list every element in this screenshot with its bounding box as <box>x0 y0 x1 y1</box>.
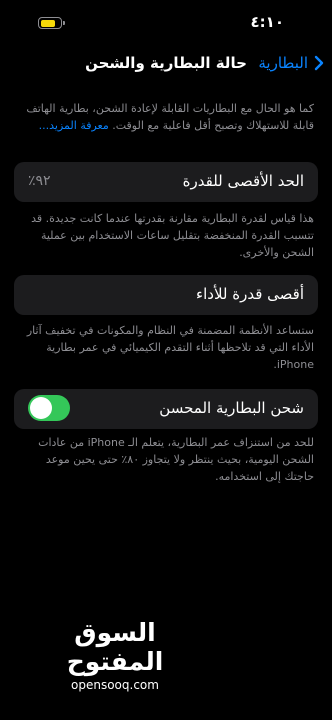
optimized-charging-footer: للحد من استنزاف عمر البطارية، يتعلم الـ … <box>38 436 314 483</box>
max-capacity-value: ٩٢٪ <box>28 173 51 189</box>
status-time: ٤:١٠ <box>250 13 284 31</box>
watermark-arabic: السوق المفتوح <box>66 618 164 676</box>
toggle-knob <box>30 397 52 419</box>
peak-performance-footer: ستساعد الأنظمة المضمنة في النظام والمكون… <box>26 324 314 371</box>
status-bar: ٤:١٠ <box>0 0 332 44</box>
watermark-latin: opensooq.com <box>71 678 159 692</box>
max-capacity-label: الحد الأقصى للقدرة <box>182 172 304 190</box>
max-capacity-row: الحد الأقصى للقدرة ٩٢٪ <box>14 162 318 202</box>
optimized-charging-toggle[interactable] <box>28 395 70 421</box>
max-capacity-footer: هذا قياس لقدرة البطارية مقارنة بقدرتها ع… <box>31 212 314 259</box>
peak-performance-label: أقصى قدرة للأداء <box>196 285 304 303</box>
optimized-charging-row: شحن البطارية المحسن <box>14 389 318 429</box>
intro-description: كما هو الحال مع البطاريات القابلة لإعادة… <box>18 100 314 134</box>
battery-fill <box>40 19 55 27</box>
learn-more-link[interactable]: معرفة المزيد... <box>39 119 109 132</box>
navigation-bar: حالة البطارية والشحن البطارية <box>0 50 332 80</box>
opensooq-watermark: السوق المفتوح opensooq.com <box>40 618 190 692</box>
back-button[interactable]: البطارية <box>258 54 324 72</box>
battery-icon <box>38 17 65 29</box>
back-button-label: البطارية <box>258 54 308 72</box>
optimized-charging-label: شحن البطارية المحسن <box>159 399 304 417</box>
chevron-left-icon <box>314 55 324 71</box>
peak-performance-row: أقصى قدرة للأداء <box>14 275 318 315</box>
